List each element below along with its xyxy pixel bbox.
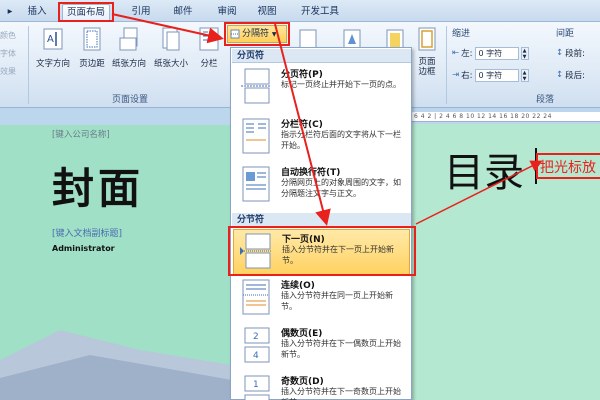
annotation-box-breaks (224, 22, 290, 46)
indent-heading: 缩进 (452, 29, 471, 39)
annotation-box-hint (536, 153, 600, 179)
column-break-desc: 指示分栏符后面的文字将从下一栏开始。 (281, 130, 401, 150)
space-before-row: ↕ 段前: (556, 46, 585, 60)
text-direction-icon: A (43, 28, 63, 50)
spacing-heading: 间距 (556, 29, 575, 39)
page-border-icon (418, 27, 436, 51)
section-breaks-header: 分节符 (232, 213, 411, 227)
group-separator (28, 26, 29, 104)
breaks-dropdown-menu: 分页符 分页符(P) 标记一页终止并开始下一页的点。 分栏符(C) 指示分栏符后… (230, 47, 412, 400)
odd-page-desc: 插入分节符并在下一奇数页上开始新节。 (281, 387, 401, 400)
orientation-button[interactable]: 纸张方向 (110, 26, 148, 69)
left-indent-spinner[interactable]: ▲ ▼ (520, 46, 529, 60)
space-after-icon: ↕ (556, 70, 564, 80)
menu-item-continuous[interactable]: 连续(O) 插入分节符并在同一页上开始新节。 (233, 276, 410, 324)
left-indent-row: ⇤ 左: 0 字符 ▲ ▼ (452, 46, 529, 60)
right-indent-label: 右: (461, 71, 473, 81)
odd-page-icon: 1 (244, 375, 270, 400)
svg-text:A: A (47, 34, 54, 45)
text-wrapping-break-icon (242, 166, 270, 202)
columns-button[interactable]: 分栏 (196, 26, 222, 69)
horizontal-ruler[interactable]: 6 4 2 | 2 4 6 8 10 12 14 16 18 20 22 24 (410, 112, 600, 122)
space-after-label[interactable]: 段后: (565, 69, 585, 81)
author-name[interactable]: Administrator (52, 244, 115, 253)
page-break-icon (241, 68, 271, 104)
annotation-box-page-layout-tab (58, 2, 114, 22)
text-direction-label: 文字方向 (35, 59, 70, 69)
menu-item-text-wrapping-break[interactable]: 自动换行符(T) 分隔网页上的对象周围的文字，如分隔题注文字与正文。 (233, 163, 410, 213)
tab-mailings[interactable]: 邮件 (166, 4, 200, 22)
paper-size-icon (162, 27, 180, 51)
right-indent-input[interactable]: 0 字符 (474, 68, 519, 82)
tab-developer[interactable]: 开发工具 (292, 4, 348, 22)
tab-insert[interactable]: 插入 (22, 4, 52, 22)
orientation-icon (119, 27, 138, 51)
paper-size-button[interactable]: 纸张大小 (150, 26, 192, 69)
left-indent-label: 左: (461, 49, 473, 59)
text-wrapping-break-desc: 分隔网页上的对象周围的文字，如分隔题注文字与正文。 (281, 178, 401, 198)
indent-left-icon: ⇤ (452, 48, 460, 58)
menu-item-odd-page[interactable]: 1 奇数页(D) 插入分节符并在下一奇数页上开始新节。 (233, 372, 410, 400)
continuous-desc: 插入分节符并在同一页上开始新节。 (281, 291, 393, 311)
svg-text:2: 2 (253, 332, 259, 342)
column-break-icon (242, 118, 270, 154)
subtitle-placeholder[interactable]: [键入文档副标题] (52, 226, 122, 239)
tab-references[interactable]: 引用 (124, 4, 158, 22)
continuous-icon (242, 279, 270, 315)
theme-colors-stub[interactable]: 颜色 (0, 30, 16, 41)
page-breaks-header: 分页符 (232, 49, 411, 63)
theme-effects-stub[interactable]: 效果 (0, 66, 16, 77)
columns-label: 分栏 (200, 59, 218, 69)
tab-view[interactable]: 视图 (250, 4, 284, 22)
space-after-row: ↕ 段后: (556, 68, 585, 82)
orientation-label: 纸张方向 (111, 59, 146, 69)
page-setup-group-label: 页面设置 (111, 95, 148, 105)
tab-home-stub[interactable]: ▸ (0, 4, 20, 22)
cover-decoration-graphic (0, 330, 232, 400)
company-name-placeholder[interactable]: [键入公司名称] (52, 128, 110, 140)
ruler-ticks: 6 4 2 | 2 4 6 8 10 12 14 16 18 20 22 24 (414, 113, 552, 120)
margins-icon (83, 27, 101, 51)
svg-text:1: 1 (253, 380, 259, 390)
space-before-icon: ↕ (556, 48, 564, 58)
page-border-label: 页面边框 (418, 57, 436, 77)
margins-button[interactable]: 页边距 (76, 26, 108, 69)
svg-text:4: 4 (253, 351, 259, 361)
text-direction-button[interactable]: A 文字方向 (32, 26, 74, 69)
annotation-box-next-page (228, 226, 416, 276)
group-separator (446, 26, 447, 104)
tab-review[interactable]: 审阅 (210, 4, 244, 22)
right-indent-row: ⇥ 右: 0 字符 ▲ ▼ (452, 68, 529, 82)
menu-item-column-break[interactable]: 分栏符(C) 指示分栏符后面的文字将从下一栏开始。 (233, 115, 410, 163)
paper-size-label: 纸张大小 (153, 59, 188, 69)
columns-icon (199, 27, 219, 51)
page-border-button[interactable]: 页面边框 (412, 26, 442, 77)
indent-right-icon: ⇥ (452, 70, 460, 80)
cover-title[interactable]: 封面 (52, 155, 144, 216)
right-indent-spinner[interactable]: ▲ ▼ (520, 68, 529, 82)
menu-item-page-break[interactable]: 分页符(P) 标记一页终止并开始下一页的点。 (233, 65, 410, 115)
toc-title[interactable]: 目录 (444, 140, 524, 198)
space-before-label[interactable]: 段前: (565, 47, 585, 59)
left-indent-input[interactable]: 0 字符 (474, 46, 519, 60)
even-page-icon: 24 (244, 327, 270, 363)
theme-fonts-stub[interactable]: 字体 (0, 48, 16, 59)
page-break-desc: 标记一页终止并开始下一页的点。 (281, 80, 401, 89)
even-page-desc: 插入分节符并在下一偶数页上开始新节。 (281, 339, 401, 359)
menu-item-even-page[interactable]: 24 偶数页(E) 插入分节符并在下一偶数页上开始新节。 (233, 324, 410, 372)
paragraph-group-label: 段落 (535, 95, 554, 105)
margins-label: 页边距 (79, 59, 105, 69)
